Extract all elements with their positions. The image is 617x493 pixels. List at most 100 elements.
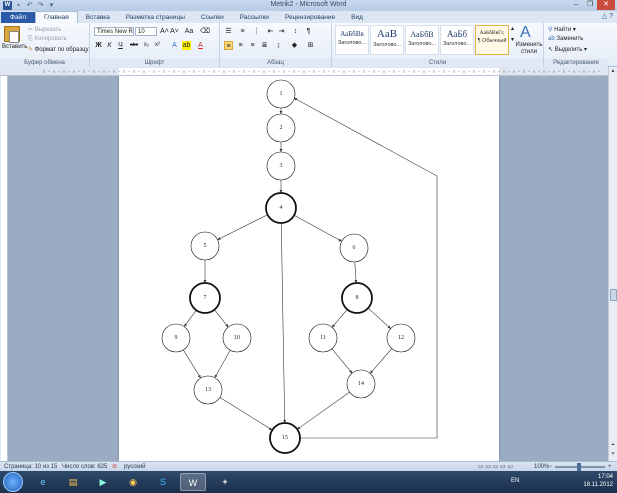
graph-node-label: 4: [280, 205, 283, 211]
style-heading-3[interactable]: АаБбВ Заголово...: [405, 25, 439, 55]
next-page-icon[interactable]: ⏷: [609, 450, 617, 458]
tab-home[interactable]: Главная: [34, 11, 78, 23]
tab-file[interactable]: Файл: [1, 12, 35, 23]
copy-button[interactable]: ⎘ Копировать: [28, 36, 67, 43]
italic-button[interactable]: К: [105, 41, 114, 50]
paste-button[interactable]: Вставить: [2, 44, 27, 50]
shading-icon[interactable]: ◆: [290, 41, 299, 50]
shrink-font-button[interactable]: A˅: [170, 27, 179, 36]
style-normal[interactable]: АаБбВвГг, ¶ Обычный: [475, 25, 509, 55]
ie-icon[interactable]: e: [30, 473, 56, 491]
tab-review[interactable]: Рецензирование: [277, 12, 343, 23]
tab-references[interactable]: Ссылки: [193, 12, 232, 23]
borders-icon[interactable]: ⊞: [306, 41, 315, 50]
system-clock[interactable]: 17:04 18.11.2012: [583, 473, 613, 489]
show-marks-icon[interactable]: ¶: [304, 27, 313, 36]
close-button[interactable]: ✕: [597, 0, 615, 10]
graph-edge-4-5: [217, 214, 268, 241]
media-player-icon[interactable]: ▶: [90, 473, 116, 491]
help-icon[interactable]: △ ?: [602, 12, 613, 20]
start-button[interactable]: [3, 472, 23, 492]
prev-page-icon[interactable]: ⏶: [609, 441, 617, 449]
increase-indent-icon[interactable]: ⇥: [277, 27, 286, 36]
sort-icon[interactable]: ↕: [291, 27, 300, 36]
graph-node-label: 9: [175, 335, 178, 341]
font-color-icon[interactable]: A: [196, 41, 205, 50]
cut-button[interactable]: ✂ Вырезать: [28, 26, 61, 33]
clear-format-icon[interactable]: ⌫: [200, 27, 210, 36]
vertical-ruler[interactable]: [0, 76, 8, 461]
window-controls: – ❐ ✕: [569, 0, 615, 10]
styles-scroll-down-icon[interactable]: ▾: [511, 36, 514, 43]
paragraph-group-label: Абзац: [220, 59, 331, 67]
horizontal-ruler[interactable]: [0, 67, 617, 76]
zoom-slider-knob[interactable]: [577, 463, 581, 471]
tab-page-layout[interactable]: Разметка страницы: [118, 12, 193, 23]
replace-button[interactable]: ab Заменить: [548, 36, 583, 42]
keyboard-language[interactable]: EN: [511, 478, 519, 484]
multilevel-list-icon[interactable]: ⋮: [252, 27, 261, 36]
maximize-button[interactable]: ❐: [583, 0, 597, 10]
numbering-icon[interactable]: ≡: [238, 27, 247, 36]
minimize-button[interactable]: –: [569, 0, 583, 10]
bold-button[interactable]: Ж: [94, 41, 103, 50]
skype-icon[interactable]: S: [150, 473, 176, 491]
change-styles-button[interactable]: Изменить стили: [515, 42, 543, 56]
ribbon: Вставить ✂ Вырезать ⎘ Копировать ✎ Форма…: [0, 23, 617, 67]
style-sample: AaB: [376, 28, 398, 40]
paste-icon[interactable]: [4, 26, 20, 43]
font-name-combo[interactable]: Times New Ro: [94, 27, 134, 36]
style-sample: АаБбВвГг,: [479, 30, 505, 36]
styles-scroll-up-icon[interactable]: ▴: [511, 25, 514, 32]
justify-button[interactable]: ≣: [260, 41, 269, 50]
grow-font-button[interactable]: A˄: [160, 27, 169, 36]
style-name: Заголово...: [407, 41, 437, 47]
zoom-slider[interactable]: [555, 463, 605, 471]
align-right-button[interactable]: ≡: [248, 41, 257, 50]
format-painter-button[interactable]: ✎ Формат по образцу: [28, 46, 89, 53]
style-name: Заголово...: [442, 41, 472, 47]
decrease-indent-icon[interactable]: ⇤: [266, 27, 275, 36]
bullets-icon[interactable]: ☰: [224, 27, 233, 36]
window-title: Metrik2 - Microsoft Word: [270, 1, 347, 8]
editing-group: ⚲ Найти ▾ ab Заменить ↖ Выделить ▾ Редак…: [544, 23, 608, 67]
find-button[interactable]: ⚲ Найти ▾: [548, 26, 576, 33]
strikethrough-button[interactable]: abc: [128, 41, 140, 50]
line-spacing-icon[interactable]: ↨: [274, 41, 283, 50]
document-page[interactable]: 1 2 3 4 5 6 7 8 9 10 11 12 13 14 15: [119, 76, 499, 461]
scrollbar-thumb[interactable]: [610, 289, 617, 301]
graph-edge-8-12: [367, 307, 391, 329]
graph-edge-10-13: [214, 350, 231, 378]
superscript-button[interactable]: x²: [153, 41, 162, 50]
tab-mailings[interactable]: Рассылки: [232, 12, 277, 23]
app-taskbar-icon[interactable]: ✦: [212, 473, 238, 491]
graph-edge-4-15: [280, 222, 287, 424]
style-heading-1[interactable]: АаБбВв Заголово...: [335, 25, 369, 55]
change-case-button[interactable]: Aa: [183, 27, 195, 36]
explorer-icon[interactable]: ▤: [60, 473, 86, 491]
graph-edge-11-14: [331, 348, 353, 374]
align-center-button[interactable]: ≡: [236, 41, 245, 50]
style-heading-2[interactable]: AaB Заголово...: [370, 25, 404, 55]
underline-button[interactable]: Ч: [116, 41, 125, 50]
tab-insert[interactable]: Вставка: [78, 12, 118, 23]
select-button[interactable]: ↖ Выделить ▾: [548, 46, 587, 53]
highlight-icon[interactable]: ab: [182, 41, 191, 50]
font-size-combo[interactable]: 10: [135, 27, 157, 36]
vertical-scrollbar[interactable]: ▲ ⏶ ⏷: [608, 67, 617, 461]
style-heading-4[interactable]: АаБб Заголово...: [440, 25, 474, 55]
replace-label: Заменить: [556, 36, 584, 42]
tab-view[interactable]: Вид: [343, 12, 371, 23]
style-sample: АаБбВ: [410, 30, 434, 39]
scroll-up-icon[interactable]: ▲: [609, 67, 617, 75]
clipboard-group-label: Буфер обмена: [0, 59, 89, 67]
change-styles-icon[interactable]: A: [520, 24, 531, 42]
graph-node-label: 12: [398, 335, 404, 341]
chrome-icon[interactable]: ◉: [120, 473, 146, 491]
align-left-button[interactable]: ≡: [224, 41, 233, 50]
graph-node-label: 11: [320, 335, 326, 341]
status-bar: Страница: 10 из 15 Число слов: 625 ⊘ рус…: [0, 461, 617, 471]
word-taskbar-icon[interactable]: W: [180, 473, 206, 491]
text-effects-icon[interactable]: A: [170, 41, 179, 50]
subscript-button[interactable]: x₂: [142, 41, 151, 50]
